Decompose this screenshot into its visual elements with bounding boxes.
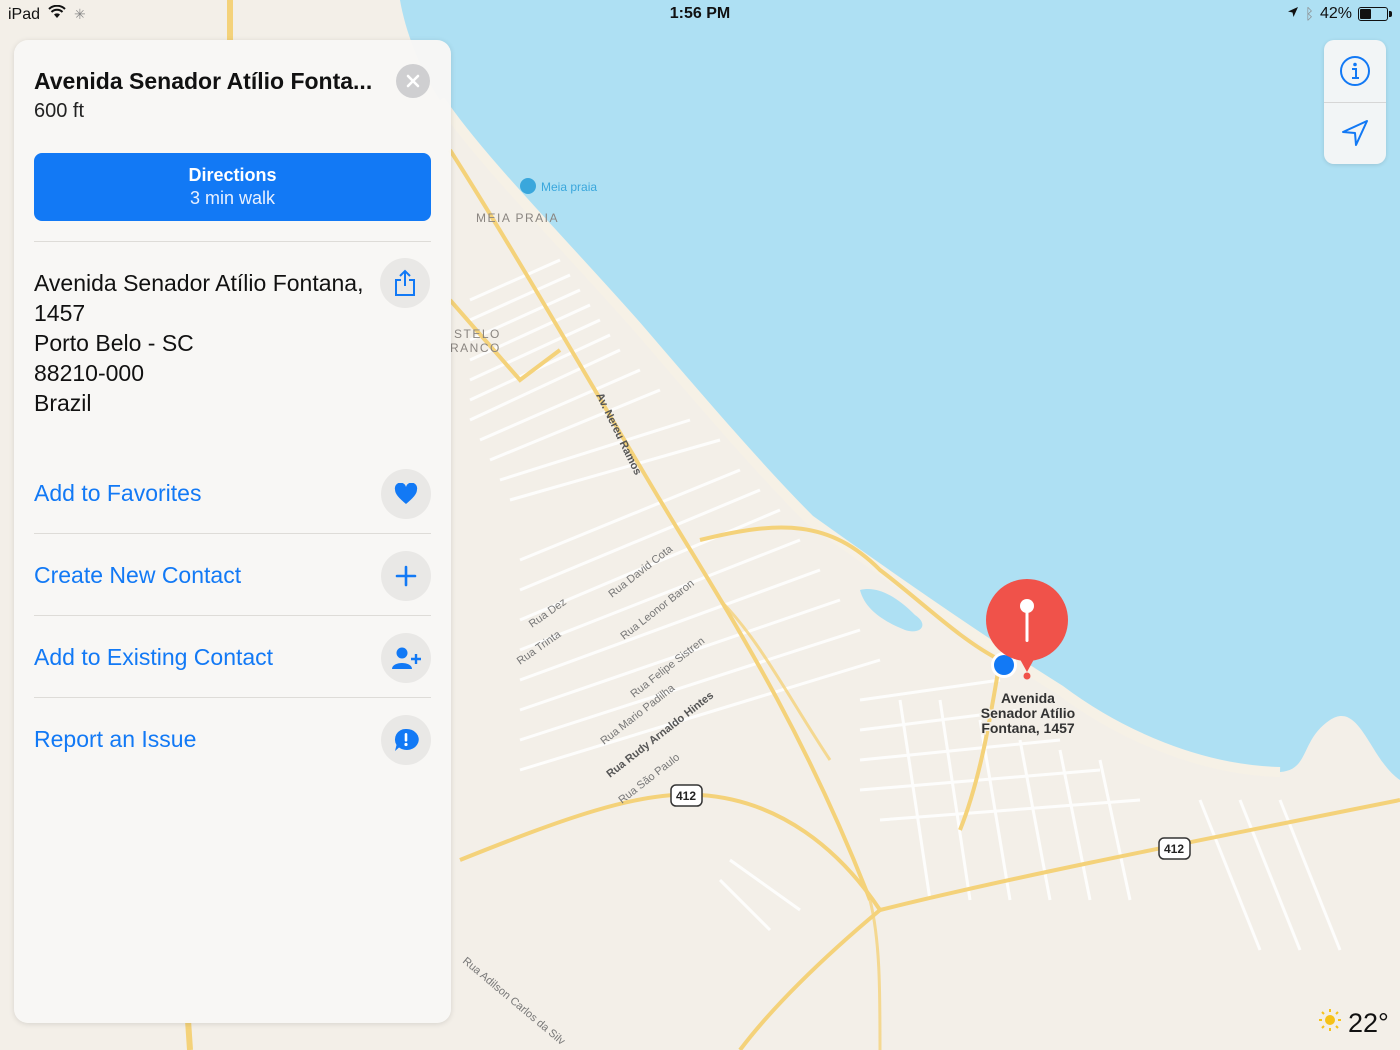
report-an-issue-row[interactable]: Report an Issue (34, 710, 431, 770)
status-bar: iPad ✳ 1:56 PM ᛒ 42% (0, 0, 1400, 28)
add-to-existing-contact-row[interactable]: Add to Existing Contact (34, 628, 431, 688)
info-icon (1340, 56, 1370, 86)
highway-shield: 412 (670, 784, 703, 807)
add-to-favorites-row[interactable]: Add to Favorites (34, 464, 431, 524)
close-button[interactable] (396, 64, 430, 98)
info-button[interactable] (1324, 40, 1386, 102)
directions-eta: 3 min walk (189, 188, 276, 208)
district-label-2b: RANCO (450, 341, 501, 355)
action-label: Create New Contact (34, 562, 242, 588)
pin-label-line: Senador Atílio (981, 705, 1075, 721)
share-button[interactable] (380, 258, 430, 308)
pin-label-line: Fontana, 1457 (981, 720, 1075, 736)
add-person-icon[interactable] (381, 633, 431, 683)
address-line: Avenida Senador Atílio Fontana, 1457 (34, 270, 364, 326)
beach-poi-icon (520, 178, 536, 194)
directions-label: Directions (188, 165, 277, 185)
track-location-button[interactable] (1324, 102, 1386, 164)
temperature: 22° (1348, 1008, 1389, 1038)
status-time: 1:56 PM (669, 5, 731, 22)
address-line: Porto Belo - SC (34, 330, 194, 356)
exclamation-bubble-icon[interactable] (381, 715, 431, 765)
directions-button[interactable]: Directions 3 min walk (34, 153, 431, 221)
address-line: Brazil (34, 390, 92, 416)
district-label: MEIA PRAIA (476, 211, 559, 225)
map-controls (1324, 40, 1386, 164)
svg-text:412: 412 (676, 789, 696, 803)
sun-icon (1318, 1008, 1342, 1039)
place-title: Avenida Senador Atílio Fonta... (34, 68, 373, 94)
highway-shield: 412 (1158, 837, 1191, 860)
divider (34, 697, 431, 698)
district-label-2a: STELO (454, 327, 501, 341)
bluetooth-icon: ᛒ (1304, 5, 1314, 23)
create-new-contact-row[interactable]: Create New Contact (34, 546, 431, 606)
close-icon (406, 74, 420, 88)
action-label: Report an Issue (34, 726, 197, 752)
battery-percent: 42% (1319, 5, 1352, 22)
location-services-icon (1287, 5, 1299, 23)
pin-label-line: Avenida (1001, 690, 1055, 706)
beach-poi-label[interactable]: Meia praia (541, 180, 597, 194)
location-arrow-icon (1342, 120, 1368, 146)
place-distance: 600 ft (34, 100, 85, 122)
heart-icon[interactable] (381, 469, 431, 519)
address-block[interactable]: Avenida Senador Atílio Fontana, 1457 Por… (34, 268, 379, 418)
divider (34, 615, 431, 616)
share-icon (395, 269, 415, 296)
action-label: Add to Favorites (34, 480, 202, 506)
svg-text:412: 412 (1164, 842, 1184, 856)
action-label: Add to Existing Contact (34, 644, 274, 670)
plus-icon[interactable] (381, 551, 431, 601)
divider (34, 241, 431, 242)
place-card: Avenida Senador Atílio Fonta... 600 ft D… (14, 40, 451, 1023)
divider (34, 533, 431, 534)
address-line: 88210-000 (34, 360, 144, 386)
weather-widget: 22° (1318, 1008, 1389, 1039)
battery-icon (1358, 7, 1392, 21)
